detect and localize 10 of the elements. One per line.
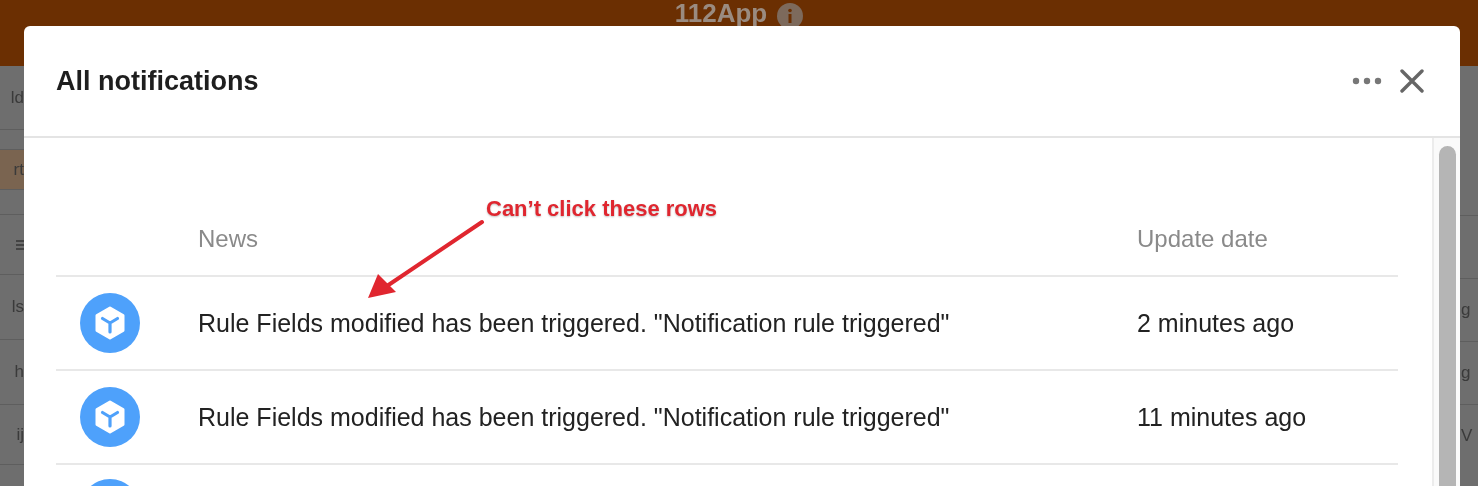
notification-text: Rule Fields modified has been triggered. "Notification rule triggered"	[198, 308, 951, 338]
notification-text: Rule Fields modified has been triggered. "Notification rule triggered"	[198, 402, 951, 432]
update-date: 11 minutes ago	[1137, 402, 1308, 432]
column-header: News	[198, 225, 259, 253]
background-text: rt	[13, 159, 24, 180]
dialog-title: All notifications	[56, 65, 260, 97]
update-date: 2 minutes ago	[1137, 308, 1296, 338]
column-header: Update date	[1137, 225, 1269, 253]
annotation-text: Can’t click these rows	[486, 196, 718, 222]
app-title: 112App	[674, 0, 768, 26]
